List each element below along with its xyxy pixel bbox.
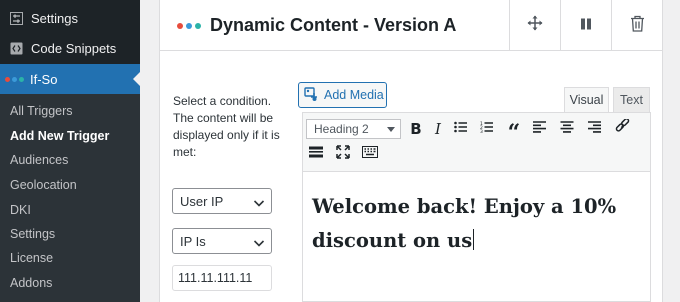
horizontal-line-button[interactable] bbox=[305, 143, 327, 165]
tab-text[interactable]: Text bbox=[613, 87, 650, 112]
add-media-button[interactable]: Add Media bbox=[298, 82, 387, 108]
sidebar-item-label: If-So bbox=[30, 71, 58, 87]
editor-toolbar: Heading 2 B I 123 “ bbox=[302, 112, 651, 172]
tab-visual[interactable]: Visual bbox=[564, 87, 609, 112]
sidebar-item-code-snippets[interactable]: Code Snippets bbox=[0, 34, 140, 63]
numbered-list-icon: 123 bbox=[480, 120, 494, 138]
move-button[interactable] bbox=[509, 0, 560, 51]
sidebar-item-label: Code Snippets bbox=[31, 41, 117, 56]
editor-content-area[interactable]: Welcome back! Enjoy a 10% discount on us bbox=[302, 172, 651, 302]
move-icon bbox=[527, 15, 543, 36]
version-panel: Dynamic Content - Version A Select a con… bbox=[159, 0, 663, 302]
submenu-audiences[interactable]: Audiences bbox=[10, 153, 68, 167]
operator-select-value: IP Is bbox=[180, 233, 206, 249]
condition-select[interactable]: User IP bbox=[172, 188, 272, 214]
operator-select[interactable]: IP Is bbox=[172, 228, 272, 254]
align-center-button[interactable] bbox=[556, 118, 578, 140]
horizontal-line-icon bbox=[309, 145, 323, 163]
align-right-icon bbox=[587, 120, 601, 138]
blockquote-icon: “ bbox=[507, 120, 521, 146]
trash-icon bbox=[630, 15, 645, 37]
chevron-down-icon bbox=[253, 196, 265, 211]
ifso-logo bbox=[5, 76, 24, 82]
format-select[interactable]: Heading 2 bbox=[306, 119, 401, 139]
ip-value-input[interactable]: 111.11.111.11 bbox=[172, 265, 272, 291]
add-media-label: Add Media bbox=[324, 88, 384, 102]
condition-description: Select a condition. The content will be … bbox=[173, 94, 280, 159]
admin-sidebar: Settings Code Snippets If-So All Trigger… bbox=[0, 0, 140, 302]
link-icon bbox=[615, 118, 630, 139]
editor-heading[interactable]: Welcome back! Enjoy a 10% discount on us bbox=[312, 190, 642, 258]
sidebar-item-label: Settings bbox=[31, 11, 78, 26]
link-button[interactable] bbox=[611, 118, 633, 140]
italic-icon: I bbox=[435, 120, 441, 138]
sidebar-submenu: All Triggers Add New Trigger Audiences G… bbox=[0, 94, 140, 302]
delete-button[interactable] bbox=[611, 0, 662, 51]
bullet-list-button[interactable] bbox=[450, 118, 472, 140]
sidebar-item-settings[interactable]: Settings bbox=[0, 4, 140, 33]
align-right-button[interactable] bbox=[583, 118, 605, 140]
format-select-value: Heading 2 bbox=[314, 122, 369, 136]
blockquote-button[interactable]: “ bbox=[503, 118, 525, 144]
submenu-add-new-trigger[interactable]: Add New Trigger bbox=[10, 129, 109, 143]
condition-select-value: User IP bbox=[180, 193, 224, 209]
bullet-list-icon bbox=[454, 120, 468, 138]
pause-button[interactable] bbox=[560, 0, 611, 51]
editor-heading-text: Welcome back! Enjoy a 10% discount on us bbox=[312, 195, 617, 252]
submenu-all-triggers[interactable]: All Triggers bbox=[10, 104, 73, 118]
align-center-icon bbox=[560, 120, 574, 138]
bold-icon: B bbox=[410, 120, 422, 138]
toolbar-toggle-button[interactable] bbox=[359, 143, 381, 165]
numbered-list-button[interactable]: 123 bbox=[476, 118, 498, 140]
text-cursor bbox=[473, 229, 475, 250]
pause-icon bbox=[580, 17, 592, 35]
panel-header: Dynamic Content - Version A bbox=[160, 0, 662, 51]
align-left-icon bbox=[533, 120, 547, 138]
svg-text:3: 3 bbox=[480, 129, 483, 133]
submenu-settings[interactable]: Settings bbox=[10, 227, 55, 241]
align-left-button[interactable] bbox=[529, 118, 551, 140]
submenu-dki[interactable]: DKI bbox=[10, 203, 31, 217]
italic-button[interactable]: I bbox=[427, 118, 449, 140]
ifso-logo bbox=[177, 23, 201, 29]
keyboard-icon bbox=[362, 145, 378, 163]
sidebar-item-ifso[interactable]: If-So bbox=[0, 64, 140, 94]
caret-down-icon bbox=[387, 127, 395, 132]
add-media-icon bbox=[304, 86, 320, 104]
submenu-license[interactable]: License bbox=[10, 251, 53, 265]
bold-button[interactable]: B bbox=[405, 118, 427, 140]
settings-icon bbox=[9, 12, 23, 26]
submenu-geolocation[interactable]: Geolocation bbox=[10, 178, 77, 192]
submenu-addons[interactable]: Addons bbox=[10, 276, 52, 290]
fullscreen-icon bbox=[336, 144, 350, 164]
main-content: Dynamic Content - Version A Select a con… bbox=[140, 0, 680, 302]
code-icon bbox=[9, 42, 23, 56]
fullscreen-button[interactable] bbox=[332, 143, 354, 165]
panel-title: Dynamic Content - Version A bbox=[210, 15, 457, 35]
chevron-down-icon bbox=[253, 236, 265, 251]
